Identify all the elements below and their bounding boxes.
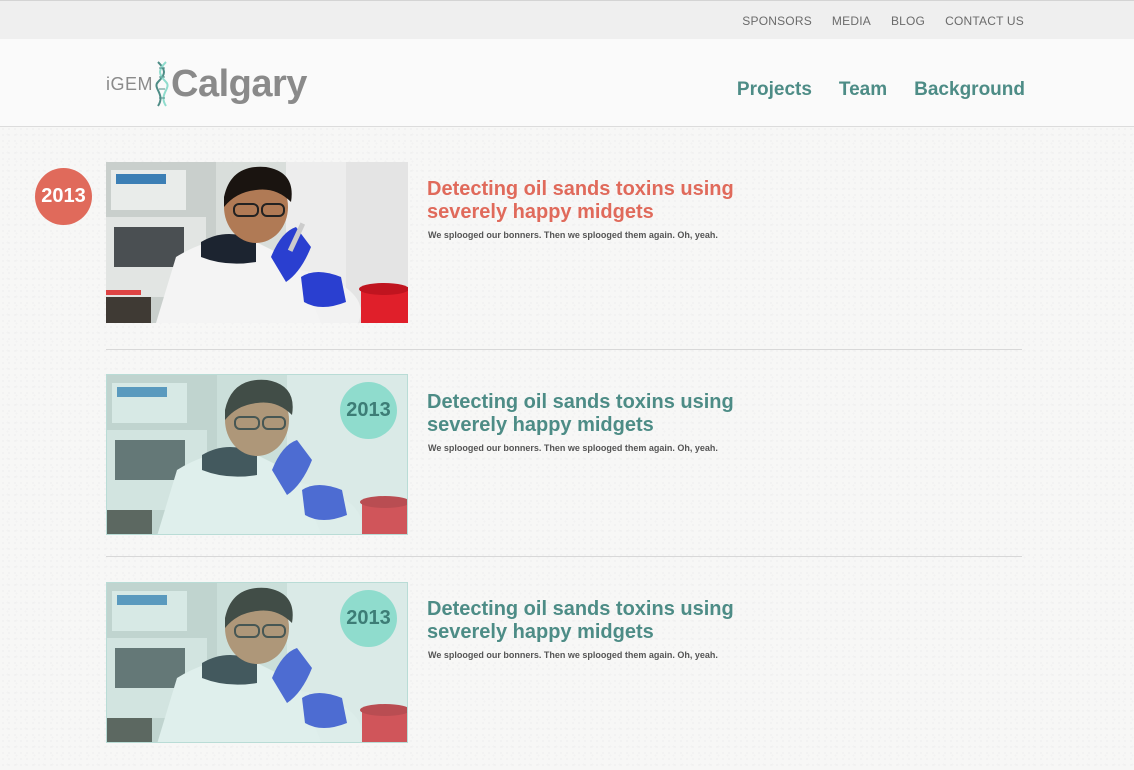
- divider: [106, 349, 1022, 350]
- project-title-line2: severely happy midgets: [427, 201, 654, 223]
- utility-link-media[interactable]: MEDIA: [832, 14, 871, 28]
- project-entry-image[interactable]: 2013: [106, 374, 408, 535]
- project-title[interactable]: Detecting oil sands toxins using severel…: [427, 391, 757, 437]
- project-description: We splooged our bonners. Then we splooge…: [428, 650, 718, 660]
- nav-team[interactable]: Team: [839, 79, 887, 101]
- project-description: We splooged our bonners. Then we splooge…: [428, 230, 718, 240]
- divider: [106, 556, 1022, 557]
- site-header: iGEM Calgary Projects Team Background: [0, 39, 1134, 127]
- year-badge: 2013: [35, 168, 92, 225]
- project-title-line2: severely happy midgets: [427, 414, 654, 436]
- project-title[interactable]: Detecting oil sands toxins using severel…: [427, 598, 757, 644]
- project-title-line2: severely happy midgets: [427, 621, 654, 643]
- site-logo[interactable]: iGEM Calgary: [106, 59, 307, 109]
- nav-background[interactable]: Background: [914, 79, 1025, 101]
- project-title-line1: Detecting oil sands toxins using: [427, 178, 734, 200]
- utility-bar: SPONSORS MEDIA BLOG CONTACT US: [0, 0, 1134, 39]
- project-title-line1: Detecting oil sands toxins using: [427, 391, 734, 413]
- project-entry-image[interactable]: [106, 162, 408, 323]
- year-badge: 2013: [340, 590, 397, 647]
- main-nav: Projects Team Background: [737, 79, 1025, 101]
- logo-prefix: iGEM: [106, 73, 153, 94]
- project-title-line1: Detecting oil sands toxins using: [427, 598, 734, 620]
- dna-icon: [155, 61, 169, 107]
- project-entry-image[interactable]: 2013: [106, 582, 408, 743]
- project-description: We splooged our bonners. Then we splooge…: [428, 443, 718, 453]
- nav-projects[interactable]: Projects: [737, 79, 812, 101]
- utility-link-blog[interactable]: BLOG: [891, 14, 925, 28]
- project-title[interactable]: Detecting oil sands toxins using severel…: [427, 178, 757, 224]
- utility-link-sponsors[interactable]: SPONSORS: [742, 14, 812, 28]
- utility-nav: SPONSORS MEDIA BLOG CONTACT US: [742, 14, 1024, 28]
- utility-link-contact-us[interactable]: CONTACT US: [945, 14, 1024, 28]
- lab-photo-illustration: [106, 162, 408, 323]
- logo-name: Calgary: [171, 62, 307, 105]
- project-photo: [106, 162, 408, 323]
- year-badge: 2013: [340, 382, 397, 439]
